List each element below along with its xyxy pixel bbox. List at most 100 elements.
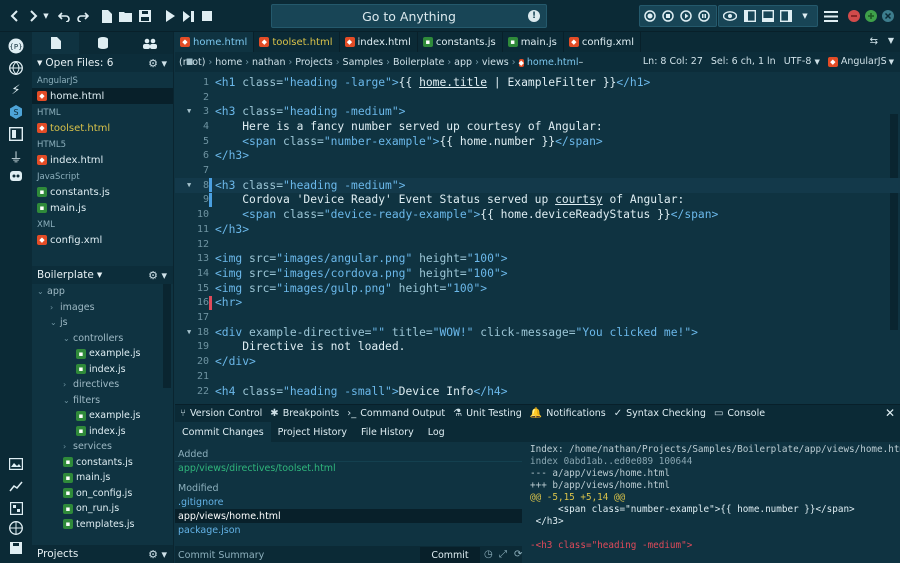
layout-dropdown-icon[interactable]: ▼ xyxy=(799,9,811,23)
chart-icon[interactable] xyxy=(8,478,24,494)
php-icon[interactable]: {P} xyxy=(8,38,24,54)
bottom-tab[interactable]: 🔔 Notifications xyxy=(530,408,606,419)
open-file-item[interactable]: ◆ config.xml xyxy=(32,232,173,248)
vc-tab[interactable]: File History xyxy=(354,422,421,442)
breadcrumb-item[interactable]: ▆ nathan xyxy=(187,57,285,68)
bottom-tab[interactable]: ✓ Syntax Checking xyxy=(614,408,706,419)
info-icon[interactable]: ! xyxy=(528,10,540,22)
fold-arrow-icon[interactable]: ▼ xyxy=(187,328,191,336)
redo-icon[interactable] xyxy=(76,6,90,26)
database-tab[interactable] xyxy=(79,32,126,54)
breadcrumb-item[interactable]: ▆ Boilerplate xyxy=(187,57,444,68)
tree-file[interactable]: ▪ index.js xyxy=(32,424,173,440)
tree-folder[interactable]: ⌄ controllers xyxy=(32,331,173,347)
vc-tab[interactable]: Project History xyxy=(271,422,354,442)
tool-icon[interactable] xyxy=(8,168,24,184)
fold-arrow-icon[interactable]: ▼ xyxy=(187,181,191,189)
tree-folder[interactable]: ⌄ filters xyxy=(32,393,173,409)
eye-icon[interactable] xyxy=(722,9,738,23)
right-pane-icon[interactable] xyxy=(779,9,793,23)
encoding-selector[interactable]: UTF-8 ▼ xyxy=(784,56,820,67)
modified-file-item[interactable]: app/views/home.html xyxy=(175,509,522,523)
bottom-pane-icon[interactable] xyxy=(761,9,775,23)
lightning-icon[interactable]: ⚡ xyxy=(8,82,24,98)
disk-icon[interactable] xyxy=(8,540,24,556)
editor-tab[interactable]: ◆ index.html xyxy=(340,32,418,52)
table-icon[interactable] xyxy=(8,500,24,516)
open-files-header[interactable]: ▼ Open Files: 6 ⚙ ▾ xyxy=(32,54,173,72)
maximize-icon[interactable] xyxy=(865,6,877,26)
tree-file[interactable]: ▪ main.js xyxy=(32,470,173,486)
code-editor[interactable]: 1 <h1 class="heading -large">{{ home.titl… xyxy=(175,72,900,404)
minimize-icon[interactable] xyxy=(848,6,860,26)
bottom-tab[interactable]: ⚗ Unit Testing xyxy=(453,408,522,419)
forward-icon[interactable] xyxy=(27,6,41,26)
plug-icon[interactable]: ⏚ xyxy=(8,148,24,166)
breadcrumb-item[interactable]: ▆ home xyxy=(187,57,242,68)
open-folder-icon[interactable] xyxy=(119,6,133,26)
open-file-item[interactable]: ◆ home.html xyxy=(32,88,173,104)
modified-file-item[interactable]: package.json xyxy=(175,523,522,537)
clock-icon[interactable]: ◷ xyxy=(484,549,493,560)
tree-file[interactable]: ▪ constants.js xyxy=(32,455,173,471)
tree-folder[interactable]: › services xyxy=(32,439,173,455)
open-file-item[interactable]: ▪ main.js xyxy=(32,200,173,216)
tree-folder[interactable]: › images xyxy=(32,300,173,316)
tree-file[interactable]: ▪ example.js xyxy=(32,346,173,362)
commit-button[interactable]: Commit xyxy=(420,547,480,563)
breadcrumb-item[interactable]: ◆ home.html xyxy=(518,57,579,68)
back-icon[interactable] xyxy=(7,6,21,26)
open-file-item[interactable]: ▪ constants.js xyxy=(32,184,173,200)
breadcrumb-item[interactable]: ▆ Projects xyxy=(187,57,333,68)
project-header[interactable]: Boilerplate ▼ ⚙ ▾ xyxy=(32,266,173,284)
tabs-dropdown-icon[interactable]: ▼ xyxy=(888,36,894,45)
hamburger-menu-icon[interactable] xyxy=(823,6,839,26)
tree-file[interactable]: ▪ on_run.js xyxy=(32,501,173,517)
record-icon[interactable] xyxy=(643,9,657,23)
fold-arrow-icon[interactable]: ▼ xyxy=(187,107,191,115)
tree-file[interactable]: ▪ templates.js xyxy=(32,517,173,533)
expand-icon[interactable]: ⤢ xyxy=(499,549,507,560)
projects-footer[interactable]: Projects ⚙ ▾ xyxy=(32,545,173,563)
bottom-tab[interactable]: ›_ Command Output xyxy=(347,408,445,419)
tree-file[interactable]: ▪ index.js xyxy=(32,362,173,378)
new-file-icon[interactable] xyxy=(100,6,114,26)
stop-icon[interactable] xyxy=(200,6,214,26)
editor-tab[interactable]: ▪ main.js xyxy=(503,32,564,52)
vc-tab[interactable]: Log xyxy=(421,422,452,442)
editor-tab[interactable]: ◆ config.xml xyxy=(564,32,642,52)
step-icon[interactable] xyxy=(181,6,195,26)
stop-macro-icon[interactable] xyxy=(661,9,675,23)
left-pane-icon[interactable] xyxy=(743,9,757,23)
open-file-item[interactable]: ◆ index.html xyxy=(32,152,173,168)
world-icon[interactable] xyxy=(8,520,24,536)
files-tab[interactable] xyxy=(32,32,79,54)
editor-tab[interactable]: ▪ constants.js xyxy=(418,32,503,52)
nodejs-icon[interactable]: S xyxy=(8,104,24,120)
open-file-item[interactable]: ◆ toolset.html xyxy=(32,120,173,136)
modified-file-item[interactable]: .gitignore xyxy=(175,495,522,509)
tree-file[interactable]: ▪ on_config.js xyxy=(32,486,173,502)
tree-file[interactable]: ▪ example.js xyxy=(32,408,173,424)
gear-icon[interactable]: ⚙ ▾ xyxy=(148,548,167,561)
split-view-icon[interactable]: ⇆ xyxy=(870,36,878,47)
commit-summary-input[interactable]: Commit Summary xyxy=(178,550,264,561)
language-selector[interactable]: ◆ AngularJS ▼ xyxy=(827,56,894,67)
editor-tab[interactable]: ◆ toolset.html xyxy=(254,32,340,52)
gear-icon[interactable]: ⚙ ▾ xyxy=(148,269,167,282)
close-icon[interactable]: ✕ xyxy=(885,406,895,420)
globe-icon[interactable] xyxy=(8,60,24,76)
bottom-tab[interactable]: ✱ Breakpoints xyxy=(270,408,339,419)
play-icon[interactable] xyxy=(163,6,177,26)
bottom-tab[interactable]: ▭ Console xyxy=(714,408,765,419)
undo-icon[interactable] xyxy=(57,6,71,26)
vc-tab[interactable]: Commit Changes xyxy=(175,422,271,442)
breadcrumb-item[interactable]: ▆ Samples xyxy=(187,57,383,68)
breadcrumb-item[interactable]: ▆ views xyxy=(187,57,509,68)
image-icon[interactable] xyxy=(8,456,24,472)
pause-macro-icon[interactable] xyxy=(697,9,711,23)
tree-folder[interactable]: ⌄ app xyxy=(32,284,173,300)
save-icon[interactable] xyxy=(138,6,152,26)
tree-folder[interactable]: ⌄ js xyxy=(32,315,173,331)
tree-folder[interactable]: › directives xyxy=(32,377,173,393)
